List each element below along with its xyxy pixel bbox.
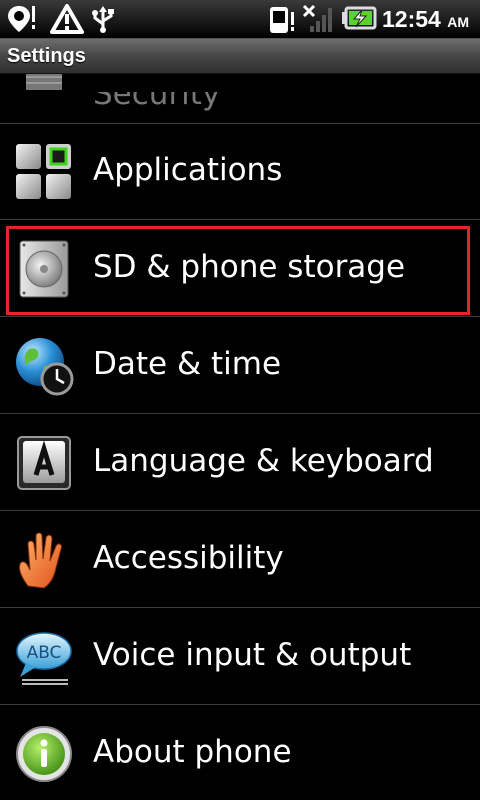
settings-item-label: Applications — [93, 152, 283, 188]
settings-item-accessibility[interactable]: Accessibility — [0, 512, 480, 608]
settings-item-label: SD & phone storage — [93, 249, 406, 285]
settings-item-about-phone[interactable]: About phone — [0, 706, 480, 800]
divider — [0, 316, 480, 317]
battery-charging-icon — [342, 6, 377, 30]
page-title: Settings — [7, 45, 86, 67]
voice-abc-bubble-icon: ABC — [16, 632, 72, 685]
title-bar: Settings — [0, 39, 480, 74]
usb-icon — [92, 6, 114, 33]
settings-item-label: Date & time — [93, 346, 282, 382]
svg-text:ABC: ABC — [27, 643, 62, 663]
status-clock: 12:54 AM — [382, 5, 469, 36]
settings-item-label: Language & keyboard — [93, 443, 434, 479]
accessibility-hand-icon — [19, 532, 62, 589]
settings-item-applications[interactable]: Applications — [0, 124, 480, 220]
clock-ampm: AM — [447, 14, 469, 30]
divider — [0, 607, 480, 608]
language-keyboard-icon — [17, 436, 71, 490]
screen: 12:54 AM Settings Security Applications … — [0, 0, 480, 800]
date-time-icon — [16, 338, 74, 396]
warning-icon — [50, 4, 84, 34]
security-icon — [26, 74, 62, 90]
phone-alert-icon — [270, 7, 294, 33]
clock-time: 12:54 — [382, 6, 441, 32]
settings-item-label: Accessibility — [93, 540, 284, 576]
settings-item-label: Security — [93, 76, 221, 112]
storage-icon — [19, 240, 69, 298]
divider — [0, 704, 480, 705]
no-signal-icon — [302, 4, 332, 32]
settings-item-date-time[interactable]: Date & time — [0, 318, 480, 414]
settings-item-label: Voice input & output — [93, 637, 412, 673]
divider — [0, 510, 480, 511]
applications-icon — [16, 144, 71, 199]
location-pin-icon — [8, 6, 35, 32]
divider — [0, 413, 480, 414]
divider — [0, 219, 480, 220]
settings-item-label: About phone — [93, 734, 292, 770]
status-bar: 12:54 AM — [0, 0, 480, 39]
settings-item-language-keyboard[interactable]: Language & keyboard — [0, 415, 480, 511]
settings-item-security[interactable]: Security — [0, 74, 480, 124]
settings-list[interactable]: Security Applications SD & phone storage… — [0, 74, 480, 800]
settings-item-voice[interactable]: ABC Voice input & output — [0, 609, 480, 705]
info-icon — [16, 726, 72, 782]
settings-item-storage[interactable]: SD & phone storage — [0, 221, 480, 317]
